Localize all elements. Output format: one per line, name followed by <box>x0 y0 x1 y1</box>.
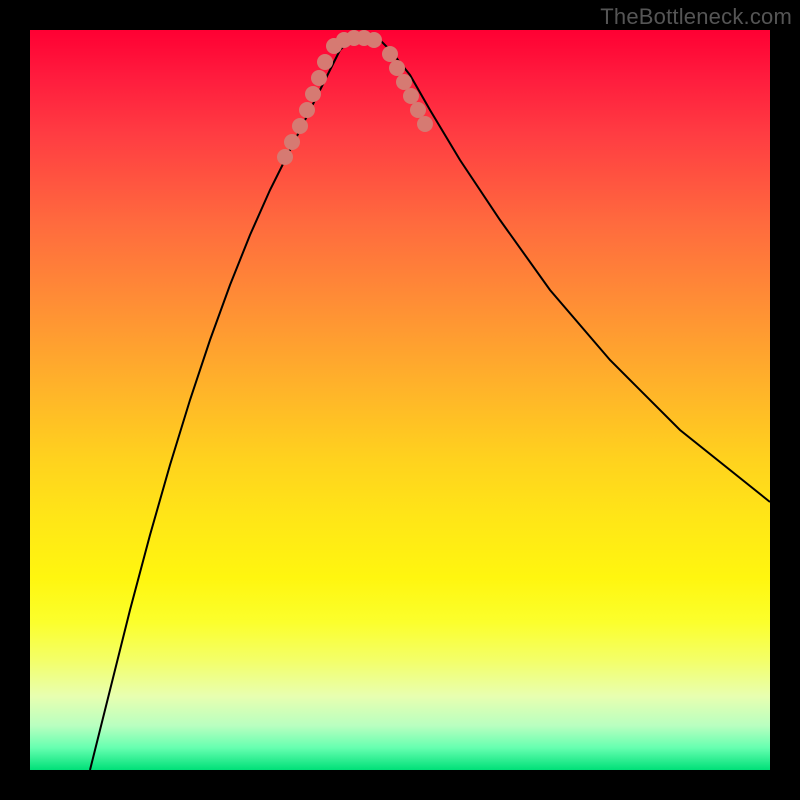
highlight-dot <box>389 60 405 76</box>
highlight-dot <box>277 149 293 165</box>
plot-area <box>30 30 770 770</box>
highlight-dot <box>366 32 382 48</box>
highlight-dot <box>305 86 321 102</box>
curve-layer <box>30 30 770 770</box>
highlight-dot <box>382 46 398 62</box>
highlight-dot <box>317 54 333 70</box>
highlight-dot <box>299 102 315 118</box>
highlight-dots <box>277 30 433 165</box>
attribution-text: TheBottleneck.com <box>600 4 792 30</box>
bottleneck-curve <box>90 35 770 770</box>
highlight-dot <box>311 70 327 86</box>
highlight-dot <box>417 116 433 132</box>
highlight-dot <box>292 118 308 134</box>
chart-frame: TheBottleneck.com <box>0 0 800 800</box>
highlight-dot <box>410 102 426 118</box>
highlight-dot <box>403 88 419 104</box>
highlight-dot <box>284 134 300 150</box>
highlight-dot <box>396 74 412 90</box>
